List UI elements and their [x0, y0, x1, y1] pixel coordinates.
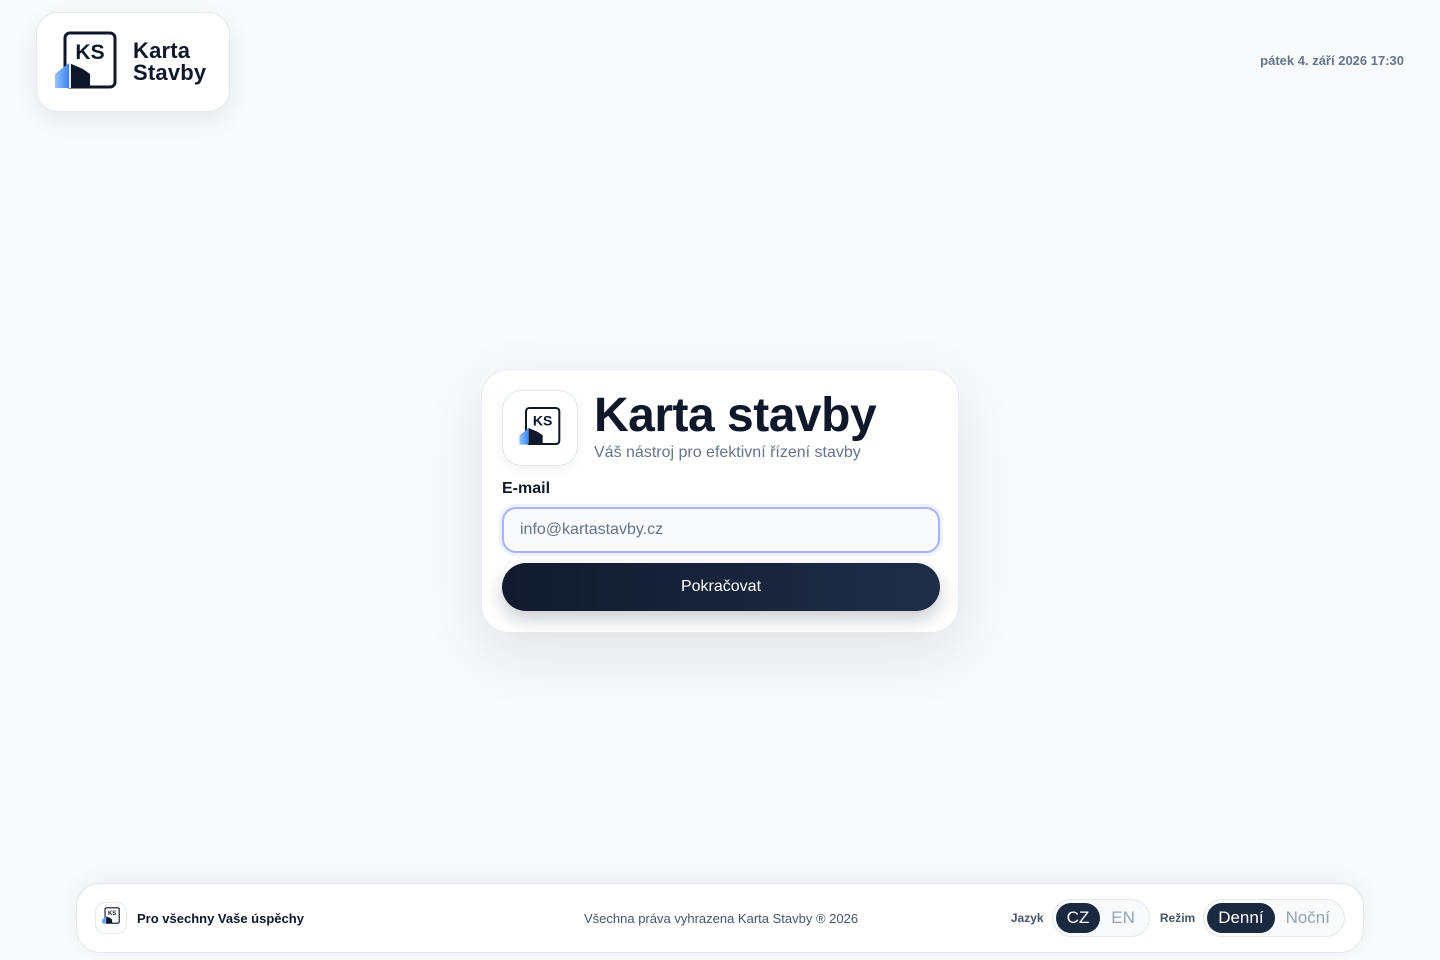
footer-brand: KS Pro všechny Vaše úspěchy [95, 902, 515, 934]
mode-option-night[interactable]: Noční [1275, 903, 1341, 933]
copyright-text: Všechna práva vyhrazena Karta Stavby ® 2… [584, 910, 859, 926]
mode-option-day[interactable]: Denní [1207, 903, 1275, 933]
language-option-cz[interactable]: CZ [1055, 903, 1101, 933]
login-card: KS Karta stavby Váš nástroj pro efektivn… [481, 369, 959, 633]
page-title: Karta stavby [594, 389, 877, 442]
brand-name-line2: Stavby [133, 60, 207, 85]
svg-text:KS: KS [533, 412, 552, 428]
login-titles: Karta stavby Váš nástroj pro efektivní ř… [594, 389, 877, 462]
footer-tagline: Pro všechny Vaše úspěchy [137, 910, 304, 926]
login-page: KS Karta Stavby pátek 4. září 2026 17:30 [0, 0, 1440, 960]
footer-controls: Jazyk CZ EN Režim Denní Noční [1011, 899, 1345, 937]
app-icon: KS [502, 390, 578, 466]
ks-logo-icon: KS [55, 30, 117, 95]
login-card-header: KS Karta stavby Váš nástroj pro efektivn… [502, 390, 938, 466]
footer-logo: KS [95, 902, 127, 934]
email-field[interactable] [502, 507, 940, 553]
current-datetime: pátek 4. září 2026 17:30 [1260, 53, 1404, 68]
language-toggle: CZ EN [1051, 899, 1150, 937]
svg-text:KS: KS [108, 911, 116, 917]
language-label: Jazyk [1010, 911, 1044, 925]
ks-logo-icon: KS [102, 907, 120, 929]
footer: KS Pro všechny Vaše úspěchy Všechna práv… [76, 883, 1364, 953]
continue-button[interactable]: Pokračovat [502, 563, 940, 611]
ks-logo-icon: KS [519, 406, 561, 451]
brand-name: Karta Stavby [133, 40, 206, 84]
email-label: E-mail [502, 480, 551, 497]
svg-text:KS: KS [75, 41, 104, 64]
brand-name-line1: Karta [133, 38, 191, 63]
page-subtitle: Váš nástroj pro efektivní řízení stavby [594, 444, 861, 461]
brand-card[interactable]: KS Karta Stavby [36, 12, 230, 112]
mode-label: Režim [1159, 911, 1196, 925]
language-option-en[interactable]: EN [1100, 903, 1146, 933]
mode-toggle: Denní Noční [1203, 899, 1345, 937]
